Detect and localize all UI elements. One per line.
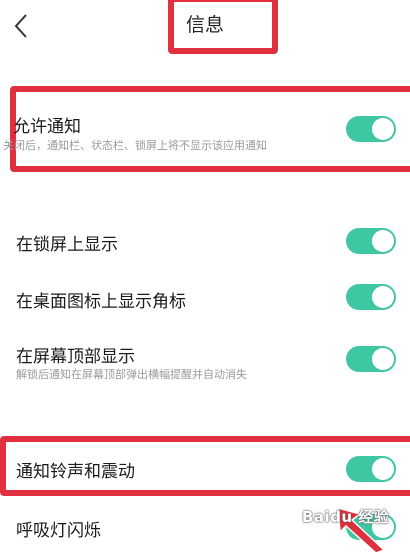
setting-badge[interactable]: 在桌面图标上显示角标 [0,274,410,320]
chevron-left-icon [14,14,27,38]
allow-notify-toggle[interactable] [346,116,396,142]
toggle-knob [372,286,394,308]
toggle-knob [372,118,394,140]
ringtone-toggle[interactable] [346,456,396,482]
setting-label: 在桌面图标上显示角标 [16,292,186,312]
toggle-knob [372,458,394,480]
setting-label: 呼吸灯闪烁 [16,521,101,541]
page-title: 信息 [186,14,225,36]
setting-allow-notify[interactable]: 允许通知 关闭后，通知栏、状态栏、锁屏上将不显示该应用通知 [0,86,410,172]
top-bar: 信息 [0,0,410,56]
setting-label: 在锁屏上显示 [16,235,118,255]
baidu-watermark: Baidu 经验 [302,508,390,526]
toggle-knob [372,230,394,252]
setting-description: 解锁后通知在屏幕顶部弹出横幅提醒并自动消失 [16,368,247,381]
top-banner-toggle[interactable] [346,346,396,372]
setting-label: 在屏幕顶部显示 [16,347,135,367]
back-button[interactable] [4,6,38,46]
setting-description: 关闭后，通知栏、状态栏、锁屏上将不显示该应用通知 [3,139,267,152]
setting-lockscreen[interactable]: 在锁屏上显示 [0,218,410,264]
setting-label: 通知铃声和震动 [16,462,135,482]
toggle-knob [372,348,394,370]
setting-ringtone[interactable]: 通知铃声和震动 [0,436,410,496]
lockscreen-toggle[interactable] [346,228,396,254]
setting-top-banner[interactable]: 在屏幕顶部显示 解锁后通知在屏幕顶部弹出横幅提醒并自动消失 [0,332,410,388]
setting-label: 允许通知 [13,117,81,137]
badge-toggle[interactable] [346,284,396,310]
